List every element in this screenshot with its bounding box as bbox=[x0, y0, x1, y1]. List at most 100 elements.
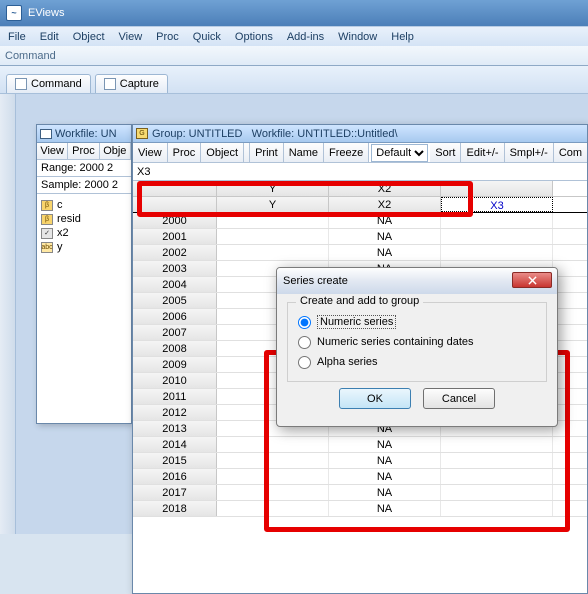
cell[interactable]: NA bbox=[329, 229, 441, 244]
radio-alpha-series[interactable]: Alpha series bbox=[298, 353, 536, 371]
col-header[interactable]: Y bbox=[217, 197, 329, 212]
tab-capture[interactable]: Capture bbox=[95, 74, 168, 93]
col-header[interactable] bbox=[441, 181, 553, 196]
tab-command[interactable]: Command bbox=[6, 74, 91, 93]
menu-options[interactable]: Options bbox=[235, 31, 273, 43]
row-header[interactable]: 2010 bbox=[133, 373, 217, 388]
ok-button[interactable]: OK bbox=[339, 388, 411, 409]
cell[interactable] bbox=[217, 469, 329, 484]
row-header[interactable]: 2016 bbox=[133, 469, 217, 484]
cell[interactable] bbox=[217, 501, 329, 516]
row-header[interactable]: 2005 bbox=[133, 293, 217, 308]
menu-edit[interactable]: Edit bbox=[40, 31, 59, 43]
group-btn-view[interactable]: View bbox=[133, 143, 168, 162]
workfile-titlebar[interactable]: Workfile: UN bbox=[37, 125, 131, 143]
dialog-option-group: Create and add to group Numeric series N… bbox=[287, 302, 547, 382]
row-header[interactable]: 2008 bbox=[133, 341, 217, 356]
menu-object[interactable]: Object bbox=[73, 31, 105, 43]
cell[interactable]: NA bbox=[329, 501, 441, 516]
menu-file[interactable]: File bbox=[8, 31, 26, 43]
row-header[interactable]: 2001 bbox=[133, 229, 217, 244]
cell[interactable] bbox=[441, 501, 553, 516]
group-btn-smpl[interactable]: Smpl+/- bbox=[505, 143, 554, 162]
cell[interactable]: NA bbox=[329, 437, 441, 452]
col-header[interactable]: X2 bbox=[329, 197, 441, 212]
cell[interactable] bbox=[217, 229, 329, 244]
list-item[interactable]: ✓ x2 bbox=[41, 226, 127, 240]
cell[interactable] bbox=[441, 453, 553, 468]
menu-addins[interactable]: Add-ins bbox=[287, 31, 324, 43]
list-item[interactable]: β c bbox=[41, 198, 127, 212]
group-btn-sort[interactable]: Sort bbox=[430, 143, 461, 162]
cell[interactable] bbox=[217, 437, 329, 452]
row-header[interactable]: 2006 bbox=[133, 309, 217, 324]
group-mode-select[interactable]: Default bbox=[369, 143, 430, 162]
tab-command-label: Command bbox=[31, 78, 82, 90]
cell[interactable] bbox=[441, 213, 553, 228]
list-item[interactable]: abc y bbox=[41, 240, 127, 254]
group-btn-edit[interactable]: Edit+/- bbox=[461, 143, 504, 162]
cell[interactable]: NA bbox=[329, 469, 441, 484]
cell[interactable] bbox=[441, 485, 553, 500]
dialog-close-button[interactable] bbox=[512, 272, 552, 288]
cancel-button[interactable]: Cancel bbox=[423, 388, 495, 409]
row-header[interactable]: 2007 bbox=[133, 325, 217, 340]
radio-input[interactable] bbox=[298, 336, 311, 349]
cell[interactable]: NA bbox=[329, 485, 441, 500]
corner-cell bbox=[133, 197, 217, 212]
group-btn-freeze[interactable]: Freeze bbox=[324, 143, 369, 162]
cell[interactable]: NA bbox=[329, 453, 441, 468]
workarea-left-scrollbar[interactable] bbox=[0, 94, 16, 534]
menu-proc[interactable]: Proc bbox=[156, 31, 179, 43]
workfile-btn-view[interactable]: View bbox=[37, 143, 68, 159]
menu-window[interactable]: Window bbox=[338, 31, 377, 43]
radio-numeric-dates[interactable]: Numeric series containing dates bbox=[298, 333, 536, 351]
list-item[interactable]: β resid bbox=[41, 212, 127, 226]
col-header[interactable]: Y bbox=[217, 181, 329, 196]
workfile-window[interactable]: Workfile: UN View Proc Obje Range: 2000 … bbox=[36, 124, 132, 424]
row-header[interactable]: 2012 bbox=[133, 405, 217, 420]
group-btn-proc[interactable]: Proc bbox=[168, 143, 202, 162]
row-header[interactable]: 2002 bbox=[133, 245, 217, 260]
cell[interactable]: NA bbox=[329, 213, 441, 228]
workfile-btn-object[interactable]: Obje bbox=[100, 143, 131, 159]
cell[interactable] bbox=[441, 437, 553, 452]
row-header[interactable]: 2000 bbox=[133, 213, 217, 228]
group-titlebar[interactable]: G Group: UNTITLED Workfile: UNTITLED::Un… bbox=[133, 125, 587, 143]
cell[interactable] bbox=[217, 485, 329, 500]
cell[interactable] bbox=[217, 213, 329, 228]
item-label: resid bbox=[57, 213, 81, 225]
cell[interactable] bbox=[217, 245, 329, 260]
row-header[interactable]: 2014 bbox=[133, 437, 217, 452]
group-btn-comment[interactable]: Com bbox=[554, 143, 587, 162]
row-header[interactable]: 2009 bbox=[133, 357, 217, 372]
row-header[interactable]: 2003 bbox=[133, 261, 217, 276]
radio-input[interactable] bbox=[298, 356, 311, 369]
cell[interactable] bbox=[217, 453, 329, 468]
group-mode-dropdown[interactable]: Default bbox=[371, 144, 428, 162]
cell[interactable] bbox=[441, 469, 553, 484]
row-header[interactable]: 2013 bbox=[133, 421, 217, 436]
radio-input[interactable] bbox=[298, 316, 311, 329]
formula-bar[interactable]: X3 bbox=[133, 163, 587, 181]
row-header[interactable]: 2018 bbox=[133, 501, 217, 516]
row-header[interactable]: 2004 bbox=[133, 277, 217, 292]
cell[interactable]: NA bbox=[329, 245, 441, 260]
col-header-editing[interactable]: X3 bbox=[441, 197, 553, 212]
cell[interactable] bbox=[441, 229, 553, 244]
group-btn-object[interactable]: Object bbox=[201, 143, 244, 162]
cell[interactable] bbox=[441, 245, 553, 260]
col-header[interactable]: X2 bbox=[329, 181, 441, 196]
group-btn-name[interactable]: Name bbox=[284, 143, 324, 162]
row-header[interactable]: 2015 bbox=[133, 453, 217, 468]
row-header[interactable]: 2017 bbox=[133, 485, 217, 500]
dialog-titlebar[interactable]: Series create bbox=[277, 268, 557, 294]
series-create-dialog[interactable]: Series create Create and add to group Nu… bbox=[276, 267, 558, 427]
group-btn-print[interactable]: Print bbox=[250, 143, 284, 162]
workfile-btn-proc[interactable]: Proc bbox=[68, 143, 99, 159]
menu-help[interactable]: Help bbox=[391, 31, 414, 43]
menu-quick[interactable]: Quick bbox=[193, 31, 221, 43]
radio-numeric-series[interactable]: Numeric series bbox=[298, 313, 536, 331]
menu-view[interactable]: View bbox=[119, 31, 143, 43]
row-header[interactable]: 2011 bbox=[133, 389, 217, 404]
